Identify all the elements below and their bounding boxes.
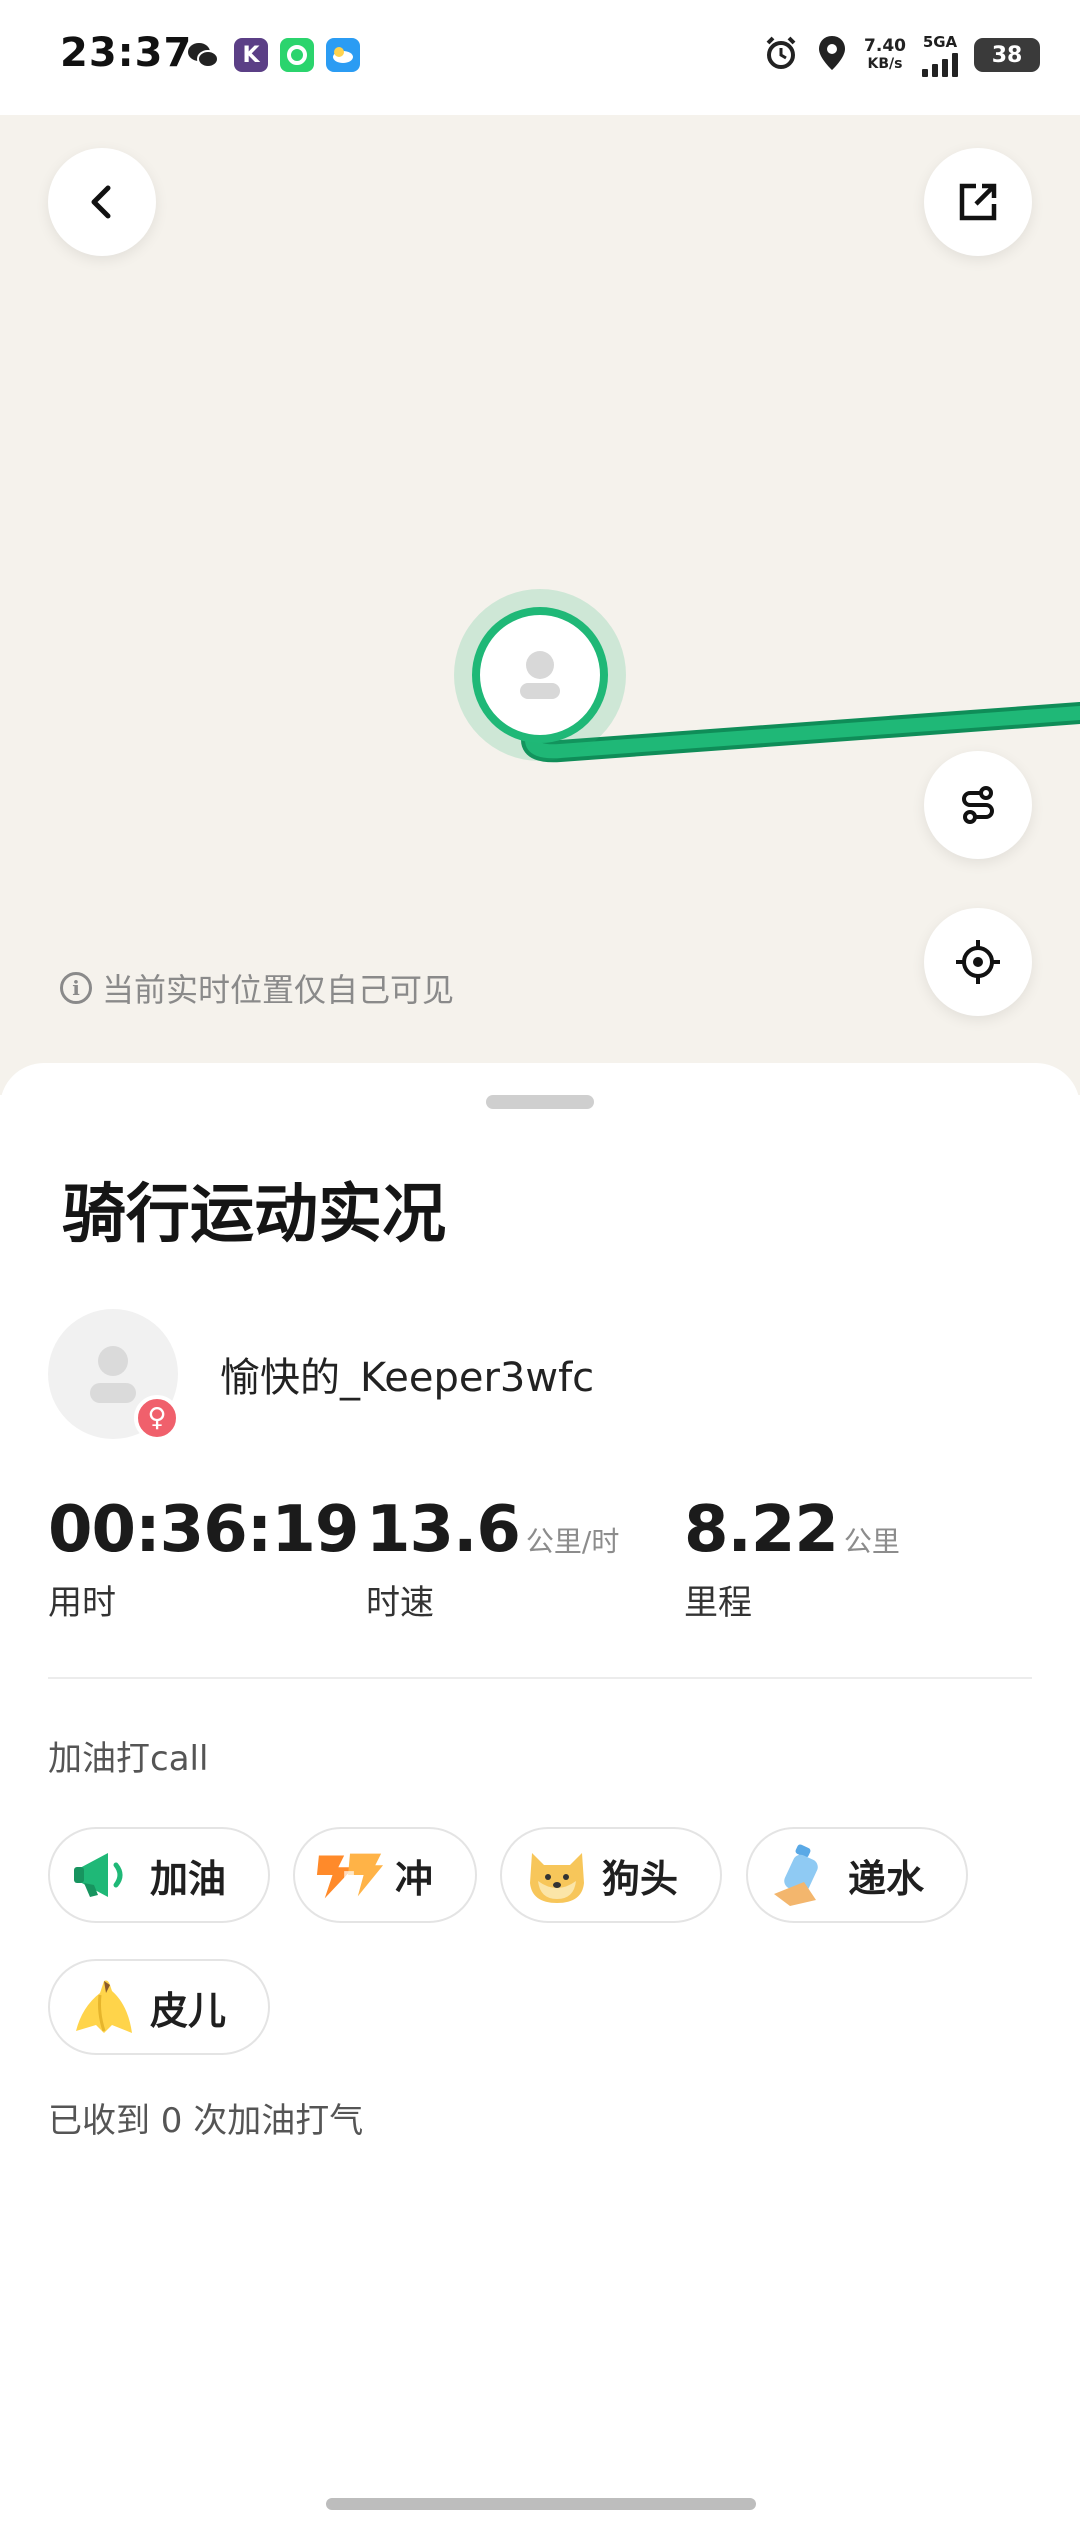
visibility-notice-text: 当前实时位置仅自己可见 [102,971,455,1009]
cheer-label: 皮儿 [150,1988,227,2033]
stat-value: 13.6 [366,1493,521,1567]
cheer-heading: 加油打call [48,1739,209,1779]
doge-icon [522,1840,592,1910]
cheer-label: 加油 [150,1856,227,1901]
cheer-button-pier[interactable]: 皮儿 [48,1959,270,2055]
stat-value: 00:36:19 [48,1493,359,1567]
share-button[interactable] [924,148,1032,256]
stat-distance: 8.22 公里 里程 [684,1493,900,1624]
cheer-button-dishui[interactable]: 递水 [746,1827,968,1923]
banana-peel-icon [70,1972,140,2042]
signal-icon [922,51,958,77]
locate-icon [956,940,1000,984]
stat-speed: 13.6 公里/时 时速 [366,1493,619,1624]
stat-label: 里程 [684,1583,752,1623]
net-speed-unit: KB/s [867,56,903,72]
green-app-icon [280,38,314,72]
cheer-button-goutou[interactable]: 狗头 [500,1827,722,1923]
net-speed-value: 7.40 [864,36,906,56]
megaphone-icon [70,1840,140,1910]
stat-duration: 00:36:19 用时 [48,1493,359,1624]
map-view[interactable]: i 当前实时位置仅自己可见 [0,115,1080,1095]
network-type: 5GA [922,33,958,51]
cheer-label: 递水 [848,1856,925,1901]
share-icon [959,183,997,221]
bottom-sheet: 骑行运动实况 ♀ 愉快的_Keeper3wfc 00:36:19 用时 13.6… [0,1063,1080,2532]
female-gender-icon: ♀ [134,1395,180,1441]
stat-unit: 公里 [843,1525,900,1558]
stat-value: 8.22 [684,1493,839,1567]
received-cheers-count: 已收到 0 次加油打气 [48,2101,364,2141]
divider [48,1677,1032,1679]
cheer-label: 冲 [395,1856,434,1901]
wechat-icon [186,38,220,72]
page-title: 骑行运动实况 [62,1178,446,1252]
route-icon [962,786,994,824]
cheer-label: 狗头 [602,1856,679,1901]
cellular-indicator: 5GA [922,33,958,77]
k-app-icon: K [234,38,268,72]
home-indicator[interactable] [326,2498,756,2510]
sheet-drag-handle[interactable] [486,1095,594,1109]
weather-app-icon [326,38,360,72]
stat-label: 时速 [366,1583,434,1623]
rush-icon [315,1840,385,1910]
cheer-button-chong[interactable]: 冲 [293,1827,477,1923]
battery-indicator: 38 [974,38,1040,72]
water-bottle-icon [768,1840,838,1910]
alarm-icon [762,34,800,76]
stat-label: 用时 [48,1583,116,1623]
back-button[interactable] [48,148,156,256]
stat-unit: 公里/时 [525,1525,620,1558]
cheer-button-jiayou[interactable]: 加油 [48,1827,270,1923]
user-row: ♀ 愉快的_Keeper3wfc [48,1309,595,1441]
username: 愉快的_Keeper3wfc [220,1355,595,1401]
location-icon [816,34,848,76]
avatar[interactable]: ♀ [48,1309,180,1441]
net-speed: 7.40 KB/s [864,37,906,73]
locate-button[interactable] [924,908,1032,1016]
status-bar: 23:37 K 7.40 KB/s 5GA 38 [0,0,1080,115]
route-layer [454,589,1080,763]
visibility-notice: i 当前实时位置仅自己可见 [60,965,454,1011]
status-time: 23:37 [60,30,193,76]
chevron-left-icon [91,185,111,219]
info-icon: i [60,972,92,1004]
status-indicators: 7.40 KB/s 5GA 38 [762,30,1040,80]
route-toggle-button[interactable] [924,751,1032,859]
